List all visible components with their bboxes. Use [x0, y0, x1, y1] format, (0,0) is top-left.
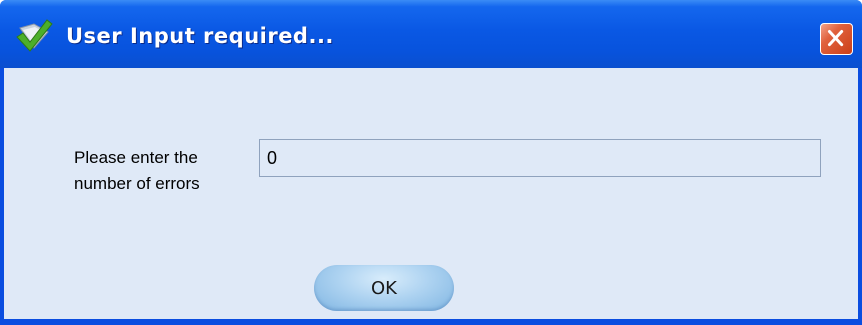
window-bottom-border: [0, 319, 862, 325]
close-button[interactable]: [820, 23, 853, 55]
title-bar[interactable]: User Input required...: [0, 0, 862, 68]
dialog-window: User Input required... Please enter the …: [0, 0, 862, 325]
prompt-label: Please enter the number of errors: [74, 148, 200, 193]
checkmark-icon: [16, 19, 53, 52]
close-icon: [827, 30, 844, 47]
dialog-title: User Input required...: [66, 24, 334, 48]
ok-button[interactable]: OK: [314, 265, 454, 311]
error-count-input[interactable]: [259, 139, 821, 177]
